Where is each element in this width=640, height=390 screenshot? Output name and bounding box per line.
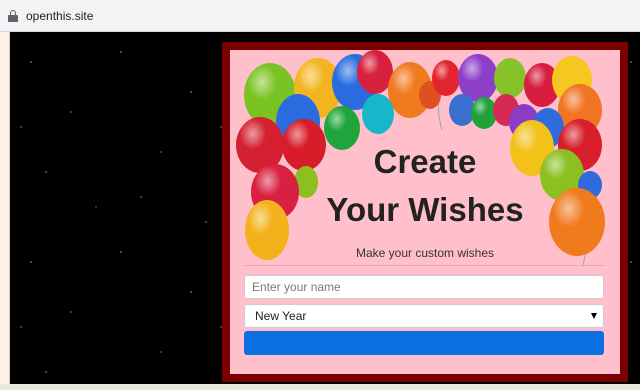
- wish-card: Create Your Wishes Make your custom wish…: [222, 42, 628, 382]
- url-text: openthis.site: [26, 8, 94, 23]
- occasion-select[interactable]: New Year: [244, 304, 604, 328]
- subtitle: Make your custom wishes: [355, 246, 495, 260]
- address-bar[interactable]: openthis.site: [0, 0, 640, 32]
- title-line-1: Create: [373, 143, 477, 180]
- side-panel-edge: [0, 32, 10, 390]
- submit-button[interactable]: [244, 331, 604, 355]
- dropdown-arrow-icon: [591, 313, 597, 319]
- title-line-2: Your Wishes: [326, 191, 524, 228]
- divider: [244, 265, 606, 266]
- lock-icon: [8, 9, 18, 22]
- bottom-edge: [0, 384, 640, 390]
- occasion-selected-value: New Year: [255, 309, 307, 323]
- name-input[interactable]: [244, 275, 604, 299]
- wish-card-inner: Create Your Wishes Make your custom wish…: [230, 50, 620, 374]
